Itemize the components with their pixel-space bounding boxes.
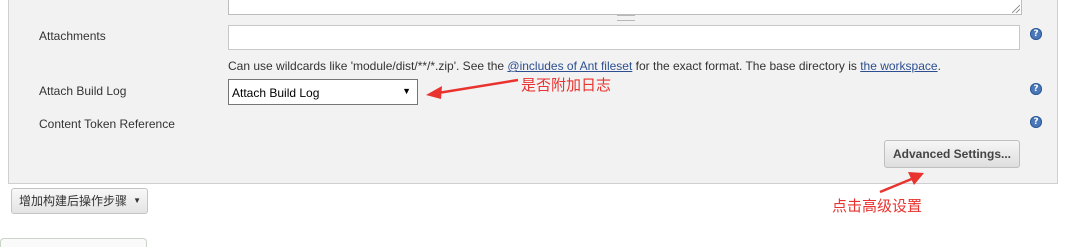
arrowhead-select bbox=[426, 86, 442, 99]
footer-tab bbox=[0, 238, 147, 247]
attach-log-annotation: 是否附加日志 bbox=[521, 77, 612, 94]
arrow-to-select bbox=[437, 78, 519, 95]
arrow-to-advanced bbox=[879, 176, 915, 194]
advanced-annotation: 点击高级设置 bbox=[832, 198, 923, 215]
